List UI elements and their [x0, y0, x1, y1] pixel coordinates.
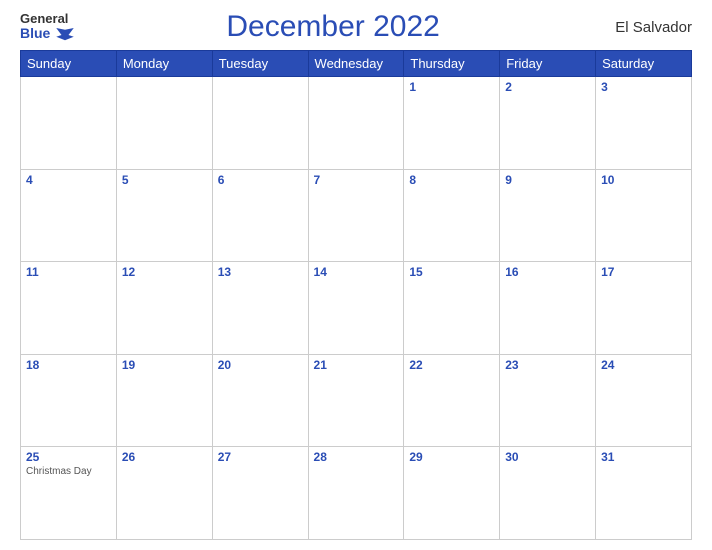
day-number: 12 — [122, 265, 207, 279]
day-cell: 24 — [596, 354, 692, 447]
logo-bird-icon — [56, 28, 74, 42]
day-cell: 3 — [596, 77, 692, 170]
logo: General Blue — [20, 12, 74, 42]
day-cell — [308, 77, 404, 170]
day-number: 26 — [122, 450, 207, 464]
day-cell: 26 — [116, 447, 212, 540]
day-cell: 23 — [500, 354, 596, 447]
week-row-3: 11 12 13 14 15 16 17 — [21, 262, 692, 355]
day-cell: 11 — [21, 262, 117, 355]
weekday-header-friday: Friday — [500, 51, 596, 77]
weekday-header-sunday: Sunday — [21, 51, 117, 77]
day-number: 15 — [409, 265, 494, 279]
country-label: El Salvador — [592, 19, 692, 36]
day-number: 31 — [601, 450, 686, 464]
day-cell: 2 — [500, 77, 596, 170]
day-number: 7 — [314, 173, 399, 187]
day-number: 13 — [218, 265, 303, 279]
day-cell — [212, 77, 308, 170]
day-cell: 5 — [116, 169, 212, 262]
day-cell: 8 — [404, 169, 500, 262]
day-number: 16 — [505, 265, 590, 279]
day-number: 24 — [601, 358, 686, 372]
day-number: 3 — [601, 80, 686, 94]
day-cell: 18 — [21, 354, 117, 447]
day-number: 27 — [218, 450, 303, 464]
day-number: 21 — [314, 358, 399, 372]
week-row-1: 123 — [21, 77, 692, 170]
day-number: 14 — [314, 265, 399, 279]
day-number: 20 — [218, 358, 303, 372]
day-number: 5 — [122, 173, 207, 187]
day-cell — [21, 77, 117, 170]
holiday-label: Christmas Day — [26, 466, 111, 477]
week-row-5: 25 Christmas Day 26 27 28 29 30 31 — [21, 447, 692, 540]
day-number: 9 — [505, 173, 590, 187]
day-number: 18 — [26, 358, 111, 372]
day-cell: 22 — [404, 354, 500, 447]
day-number: 29 — [409, 450, 494, 464]
weekday-header-wednesday: Wednesday — [308, 51, 404, 77]
day-number: 2 — [505, 80, 590, 94]
weekday-header-monday: Monday — [116, 51, 212, 77]
day-cell: 30 — [500, 447, 596, 540]
day-cell — [116, 77, 212, 170]
day-number: 11 — [26, 265, 111, 279]
week-row-4: 18 19 20 21 22 23 24 — [21, 354, 692, 447]
day-cell: 13 — [212, 262, 308, 355]
weekday-header-row: SundayMondayTuesdayWednesdayThursdayFrid… — [21, 51, 692, 77]
day-cell: 28 — [308, 447, 404, 540]
month-title: December 2022 — [74, 10, 592, 44]
calendar-table: SundayMondayTuesdayWednesdayThursdayFrid… — [20, 50, 692, 540]
weekday-header-saturday: Saturday — [596, 51, 692, 77]
day-cell: 1 — [404, 77, 500, 170]
weekday-header-thursday: Thursday — [404, 51, 500, 77]
day-cell: 16 — [500, 262, 596, 355]
weekday-header-tuesday: Tuesday — [212, 51, 308, 77]
day-cell: 17 — [596, 262, 692, 355]
day-cell: 31 — [596, 447, 692, 540]
day-cell: 15 — [404, 262, 500, 355]
day-cell: 21 — [308, 354, 404, 447]
day-cell: 10 — [596, 169, 692, 262]
day-number: 28 — [314, 450, 399, 464]
day-number: 1 — [409, 80, 494, 94]
day-number: 4 — [26, 173, 111, 187]
day-cell: 19 — [116, 354, 212, 447]
week-row-2: 456789 10 — [21, 169, 692, 262]
day-number: 8 — [409, 173, 494, 187]
day-number: 30 — [505, 450, 590, 464]
day-cell: 29 — [404, 447, 500, 540]
day-cell: 9 — [500, 169, 596, 262]
day-cell: 12 — [116, 262, 212, 355]
day-number: 22 — [409, 358, 494, 372]
day-number: 6 — [218, 173, 303, 187]
day-cell: 20 — [212, 354, 308, 447]
day-number: 25 — [26, 450, 111, 464]
day-number: 19 — [122, 358, 207, 372]
day-number: 23 — [505, 358, 590, 372]
logo-blue-text: Blue — [20, 26, 74, 41]
calendar-header: General Blue December 2022 El Salvador — [20, 10, 692, 44]
day-cell: 6 — [212, 169, 308, 262]
day-cell: 7 — [308, 169, 404, 262]
day-cell: 27 — [212, 447, 308, 540]
logo-general-text: General — [20, 12, 68, 26]
day-cell: 4 — [21, 169, 117, 262]
day-number: 17 — [601, 265, 686, 279]
day-number: 10 — [601, 173, 686, 187]
day-cell: 14 — [308, 262, 404, 355]
day-cell: 25 Christmas Day — [21, 447, 117, 540]
